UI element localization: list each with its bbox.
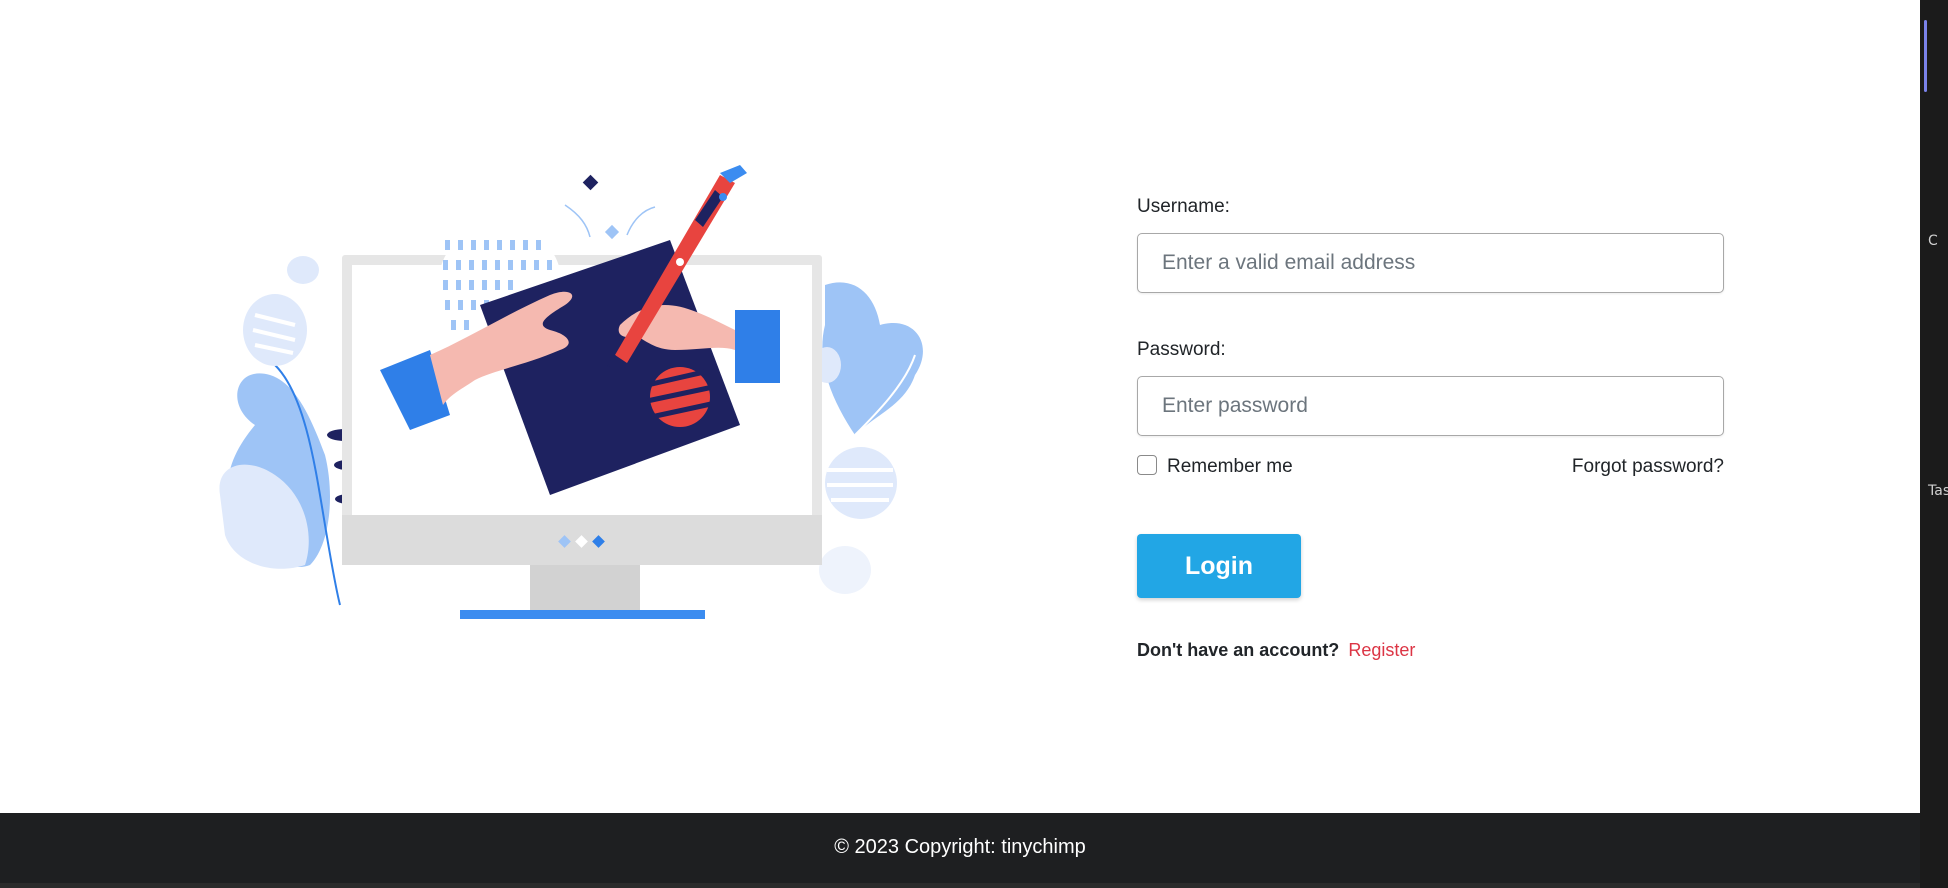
register-prompt: Don't have an account?	[1137, 640, 1340, 660]
register-link[interactable]: Register	[1348, 640, 1415, 660]
forgot-password-link[interactable]: Forgot password?	[1572, 456, 1724, 478]
password-label: Password:	[1137, 339, 1226, 360]
remember-me: Remember me	[1137, 455, 1293, 478]
form-options-row: Remember me Forgot password?	[1137, 455, 1724, 484]
side-panel-text-top: C	[1928, 233, 1938, 249]
page: Username: Password: Remember me Forgot p…	[0, 0, 1948, 888]
side-panel-strip	[1920, 0, 1948, 888]
remember-me-label[interactable]: Remember me	[1167, 456, 1293, 478]
remember-me-checkbox[interactable]	[1137, 455, 1157, 475]
footer-bottom-line	[0, 883, 1920, 888]
computer-drawing-illustration	[215, 165, 935, 625]
main-area: Username: Password: Remember me Forgot p…	[0, 0, 1920, 813]
register-row: Don't have an account? Register	[1137, 640, 1724, 661]
login-button[interactable]: Login	[1137, 534, 1301, 598]
username-input[interactable]	[1137, 233, 1724, 293]
side-panel-text-mid: Tas	[1928, 483, 1948, 499]
footer: © 2023 Copyright: tinychimp	[0, 813, 1920, 888]
username-label: Username:	[1137, 196, 1230, 217]
login-form: Username: Password: Remember me Forgot p…	[1137, 195, 1724, 661]
password-input[interactable]	[1137, 376, 1724, 436]
footer-copyright: © 2023 Copyright: tinychimp	[834, 836, 1086, 858]
side-panel-accent	[1924, 20, 1927, 92]
